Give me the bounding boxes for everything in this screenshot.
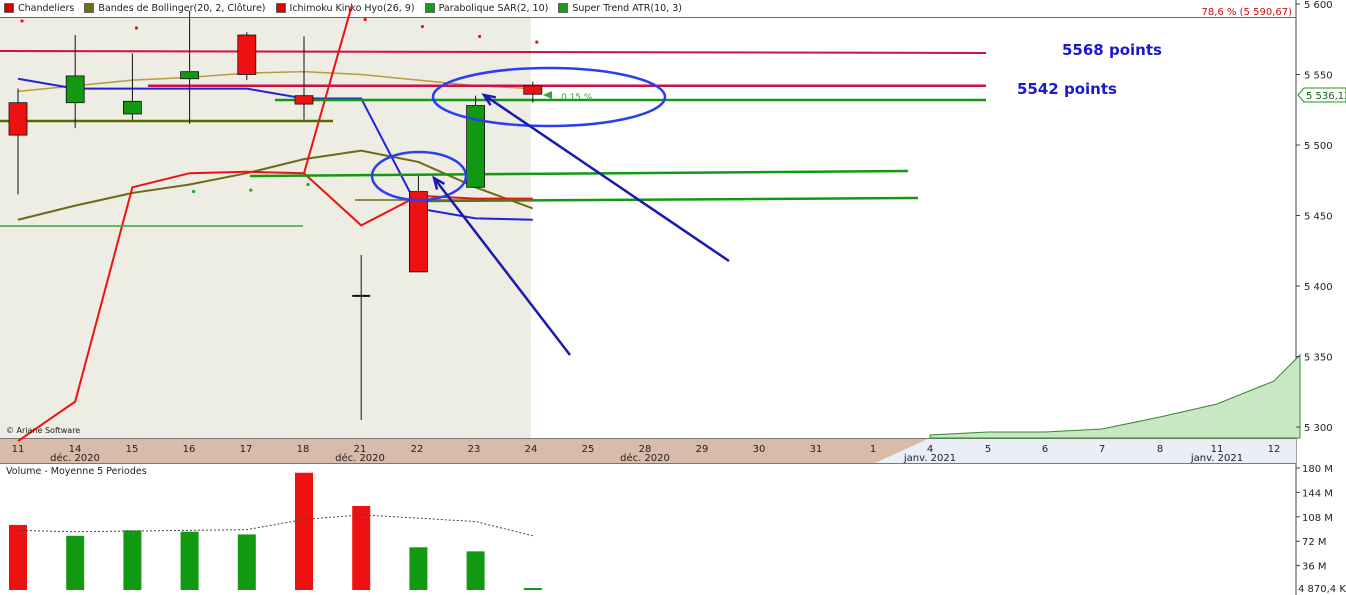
percent-label: 0,15 % — [561, 93, 593, 103]
sar-dot — [249, 188, 253, 192]
candle-body-14 — [65, 75, 85, 104]
sar-dot — [20, 19, 24, 23]
volume-bar-21 — [352, 505, 371, 590]
fib-level-label: 78,6 % (5 590,67) — [1202, 7, 1293, 18]
price-tick-label: 5 300 — [1304, 423, 1333, 434]
price-tick-label: 5 450 — [1304, 212, 1333, 223]
volume-bar-22 — [409, 547, 428, 590]
price-chart[interactable]: 78,6 % (5 590,67) 11 14 15 16 17 18 21 22 23 24 25… — [0, 0, 1346, 595]
price-tick-label: 5 500 — [1304, 141, 1333, 152]
x-tick-label: 7 — [1099, 444, 1105, 455]
sar-dot — [535, 40, 539, 44]
volume-bar-18 — [295, 472, 313, 590]
copyright: © Ariane Software — [6, 426, 81, 435]
volume-bar-14 — [66, 535, 85, 590]
volume-tick-label: 36 M — [1302, 562, 1327, 573]
candle-body-16 — [180, 71, 200, 80]
x-tick-label: 30 — [753, 444, 766, 455]
volume-moving-average — [17, 514, 533, 537]
x-tick-label: 29 — [696, 444, 709, 455]
month-label: déc. 2020 — [335, 452, 385, 464]
candle-body-18 — [294, 95, 314, 105]
projection-area — [929, 353, 1301, 439]
volume-bar-23 — [466, 551, 485, 590]
candle-body-24 — [523, 85, 543, 95]
month-label: déc. 2020 — [50, 452, 100, 464]
volume-bottom-label: 4 870,4 K — [1298, 584, 1346, 595]
annotation-5542: 5542 points — [1017, 80, 1117, 98]
sar-dot — [134, 26, 138, 30]
volume-title: Volume - Moyenne 5 Periodes — [6, 466, 147, 477]
volume-tick-label: 72 M — [1302, 537, 1327, 548]
x-tick-label: 24 — [525, 444, 538, 455]
sar-dot — [363, 17, 367, 22]
volume-bar-17 — [237, 534, 256, 590]
candle-body-17 — [237, 34, 257, 75]
volume-tick-label: 108 M — [1302, 513, 1333, 524]
month-label: déc. 2020 — [620, 452, 670, 464]
x-tick-label: 6 — [1042, 444, 1048, 455]
x-tick-label: 11 — [12, 444, 25, 455]
x-tick-label: 23 — [468, 444, 481, 455]
sar-dot — [420, 24, 424, 29]
x-tick-label: 15 — [126, 444, 139, 455]
price-tick-label: 5 400 — [1304, 282, 1333, 293]
price-tick-label: 5 550 — [1304, 71, 1333, 82]
sar-dot — [478, 34, 482, 39]
volume-bar-16 — [180, 531, 199, 590]
month-label: janv. 2021 — [1190, 453, 1243, 464]
x-tick-label: 31 — [810, 444, 823, 455]
x-tick-label: 18 — [297, 444, 310, 455]
volume-tick-label: 180 M — [1302, 464, 1333, 475]
candle-body-11 — [8, 102, 28, 136]
svg-text:5 536,13: 5 536,13 — [1306, 91, 1346, 102]
x-tick-label: 5 — [985, 444, 991, 455]
percent-marker-icon — [543, 91, 552, 99]
sar-dot — [192, 189, 196, 194]
x-tick-label: 12 — [1268, 444, 1281, 455]
candle-body-22 — [408, 191, 428, 273]
x-tick-label: 22 — [411, 444, 424, 455]
volume-bar-11 — [9, 524, 27, 590]
volume-bar-15 — [123, 530, 142, 590]
x-tick-label: 25 — [582, 444, 595, 455]
price-tick-label: 5 600 — [1304, 0, 1333, 11]
volume-tick-label: 144 M — [1302, 488, 1333, 499]
month-label: janv. 2021 — [903, 453, 956, 464]
x-tick-label: 16 — [183, 444, 196, 455]
annotation-5568: 5568 points — [1062, 41, 1162, 59]
x-tick-label: 17 — [240, 444, 253, 455]
candle-body-15 — [123, 100, 142, 115]
sar-dot — [306, 182, 310, 187]
price-tick-label: 5 350 — [1304, 353, 1333, 364]
volume-bar-24 — [523, 587, 542, 590]
last-price-badge: 5 536,13 — [1297, 87, 1346, 103]
x-tick-label: 1 — [870, 444, 876, 455]
x-tick-label: 8 — [1157, 444, 1163, 455]
